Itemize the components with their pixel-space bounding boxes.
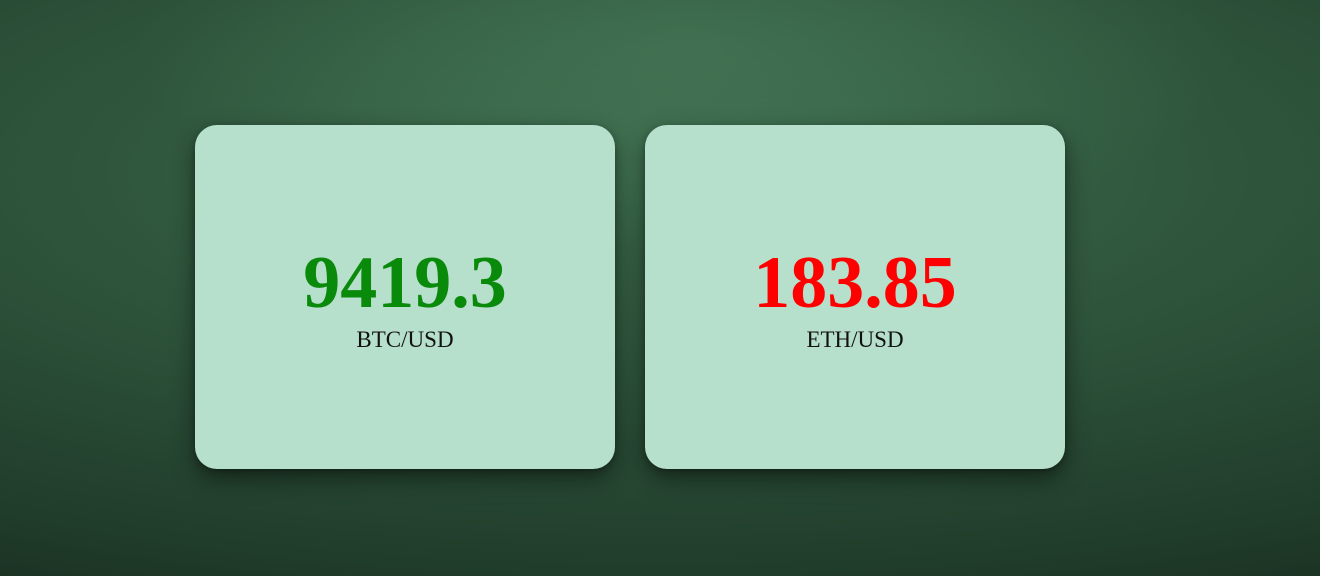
btc-price: 9419.3 (303, 242, 507, 324)
ticker-board: 9419.3 BTC/USD 183.85 ETH/USD (0, 0, 1320, 576)
eth-price: 183.85 (753, 242, 957, 324)
btc-pair-label: BTC/USD (356, 327, 454, 352)
ticker-card-eth: 183.85 ETH/USD (645, 125, 1065, 469)
eth-pair-label: ETH/USD (806, 327, 904, 352)
ticker-card-btc: 9419.3 BTC/USD (195, 125, 615, 469)
